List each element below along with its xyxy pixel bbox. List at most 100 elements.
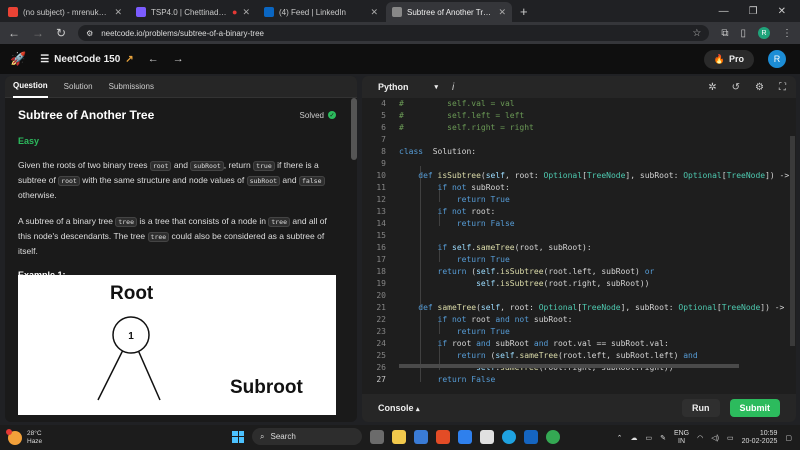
line-number: 5: [381, 111, 386, 120]
minimize-icon[interactable]: —: [719, 6, 729, 17]
sidepanel-icon[interactable]: ▯: [740, 28, 746, 39]
code-line[interactable]: 10 def isSubtree(self, root: Optional[Tr…: [362, 170, 792, 182]
console-toggle[interactable]: Console ▴: [378, 403, 420, 413]
settings-gear-icon[interactable]: ⚙: [755, 82, 764, 93]
file-explorer-icon[interactable]: [392, 429, 406, 444]
github-icon[interactable]: [480, 429, 494, 444]
new-tab-icon[interactable]: +: [520, 4, 528, 19]
language-indicator[interactable]: ENG IN: [674, 430, 689, 446]
outlook-icon[interactable]: [524, 429, 538, 444]
language-select[interactable]: Python ▾: [372, 79, 444, 95]
task-view-icon[interactable]: [370, 429, 384, 444]
tab-solution[interactable]: Solution: [64, 82, 93, 91]
close-icon[interactable]: ✕: [370, 7, 378, 18]
external-link-icon: ↗: [125, 53, 134, 65]
code-line[interactable]: 27 return False: [362, 374, 792, 386]
code-line[interactable]: 13 if not root:: [362, 206, 792, 218]
url-bar[interactable]: ⚙ neetcode.io/problems/subtree-of-a-bina…: [78, 25, 710, 41]
chrome-icon[interactable]: [546, 429, 560, 444]
html5-icon[interactable]: [436, 429, 450, 444]
tab-submissions[interactable]: Submissions: [109, 82, 154, 91]
code-token: root:: [466, 207, 496, 216]
extensions-icon[interactable]: ⧉: [721, 28, 728, 39]
code-line[interactable]: 5 # self.left = left: [362, 110, 792, 122]
editor-vertical-scrollbar[interactable]: [790, 136, 795, 346]
reset-icon[interactable]: ↺: [732, 82, 740, 93]
code-line[interactable]: 23 return True: [362, 326, 792, 338]
forward-icon[interactable]: →: [32, 26, 44, 40]
volume-icon[interactable]: ◁): [711, 434, 719, 442]
bookmark-star-icon[interactable]: ☆: [692, 28, 701, 39]
code-line[interactable]: 22 if not root and not subRoot:: [362, 314, 792, 326]
weather-widget[interactable]: 28°C Haze: [6, 428, 42, 446]
close-icon[interactable]: ✕: [114, 7, 122, 18]
wifi-icon[interactable]: ◠: [697, 434, 703, 442]
code-line[interactable]: 4 # self.val = val: [362, 98, 792, 110]
browser-tab-gmail[interactable]: (no subject) - mrenukamohanla ✕: [2, 2, 128, 22]
cloud-icon[interactable]: ☁: [630, 434, 637, 442]
windows-start-icon[interactable]: [232, 430, 244, 443]
site-info-icon[interactable]: ⚙: [86, 29, 93, 38]
user-avatar[interactable]: R: [768, 50, 786, 68]
question-scrollbar[interactable]: [351, 98, 357, 160]
text: , return: [223, 160, 254, 170]
linkedin-icon: [264, 7, 274, 17]
submit-button[interactable]: Submit: [729, 399, 780, 417]
chevron-up-icon[interactable]: ⌃: [617, 434, 623, 442]
close-icon[interactable]: ✕: [498, 7, 506, 18]
browser-tab-neetcode[interactable]: Subtree of Another Tree - Neet ✕: [386, 2, 512, 22]
next-problem-icon[interactable]: →: [173, 53, 184, 65]
code-line[interactable]: 18 return (self.isSubtree(root.left, sub…: [362, 266, 792, 278]
code-token: return: [437, 375, 467, 384]
code-line[interactable]: 25 return (self.sameTree(root.left, subR…: [362, 350, 792, 362]
code-line[interactable]: 24 if root and subRoot and root.val == s…: [362, 338, 792, 350]
menu-icon[interactable]: ⋮: [782, 28, 792, 39]
editor-horizontal-scrollbar[interactable]: [399, 364, 739, 368]
close-window-icon[interactable]: ✕: [778, 6, 786, 17]
reload-icon[interactable]: ↻: [56, 26, 66, 40]
code-line[interactable]: 20: [362, 290, 792, 302]
problem-list-link[interactable]: ☰ NeetCode 150 ↗: [40, 54, 134, 65]
pro-button[interactable]: 🔥 Pro: [703, 49, 754, 69]
code-line[interactable]: 14 return False: [362, 218, 792, 230]
code-line[interactable]: 19 self.isSubtree(root.right, subRoot)): [362, 278, 792, 290]
battery-icon[interactable]: ▭: [727, 434, 734, 442]
code-text: return (self.sameTree(root.left, subRoot…: [399, 350, 698, 362]
back-icon[interactable]: ←: [8, 26, 20, 40]
chart-app-icon[interactable]: [414, 429, 428, 444]
code-line[interactable]: 7: [362, 134, 792, 146]
tab-title: Subtree of Another Tree - Neet: [407, 7, 493, 17]
vscode-icon[interactable]: [458, 429, 472, 444]
code-line[interactable]: 12 return True: [362, 194, 792, 206]
notifications-icon[interactable]: ▢: [785, 434, 792, 442]
tab-question[interactable]: Question: [13, 76, 48, 98]
language-label: Python: [378, 82, 409, 92]
code-line[interactable]: 15: [362, 230, 792, 242]
tree-edge: [97, 349, 124, 401]
code-token: return: [456, 219, 486, 228]
taskbar-search[interactable]: ⌕ Search: [252, 428, 362, 445]
code-line[interactable]: 6 # self.right = right: [362, 122, 792, 134]
code-line[interactable]: 11 if not subRoot:: [362, 182, 792, 194]
code-line[interactable]: 8 class Solution:: [362, 146, 792, 158]
fullscreen-icon[interactable]: ⛶: [779, 82, 786, 93]
browser-tab-linkedin[interactable]: (4) Feed | LinkedIn ✕: [258, 2, 384, 22]
edge-icon[interactable]: [502, 429, 516, 444]
code-line[interactable]: 21 def sameTree(self, root: Optional[Tre…: [362, 302, 792, 314]
code-editor[interactable]: 4 # self.val = val 5 # self.left = left 6 # s…: [362, 98, 796, 394]
info-icon[interactable]: i: [452, 82, 454, 93]
prev-problem-icon[interactable]: ←: [148, 53, 159, 65]
code-line[interactable]: 9: [362, 158, 792, 170]
browser-tab-tsp[interactable]: TSP4.0 | Chettinad | Found ● ✕: [130, 2, 256, 22]
folder-icon[interactable]: ▭: [645, 434, 652, 442]
code-line[interactable]: 16 if self.sameTree(root, subRoot):: [362, 242, 792, 254]
profile-avatar[interactable]: R: [758, 27, 770, 39]
clock[interactable]: 10:59 20-02-2025: [742, 430, 778, 446]
pen-icon[interactable]: ✎: [660, 434, 666, 442]
rocket-logo-icon[interactable]: 🚀: [10, 51, 26, 67]
close-icon[interactable]: ✕: [242, 7, 250, 18]
maximize-icon[interactable]: ❐: [749, 6, 758, 17]
bug-icon[interactable]: ✲: [708, 82, 716, 93]
run-button[interactable]: Run: [682, 399, 720, 417]
code-line[interactable]: 17 return True: [362, 254, 792, 266]
